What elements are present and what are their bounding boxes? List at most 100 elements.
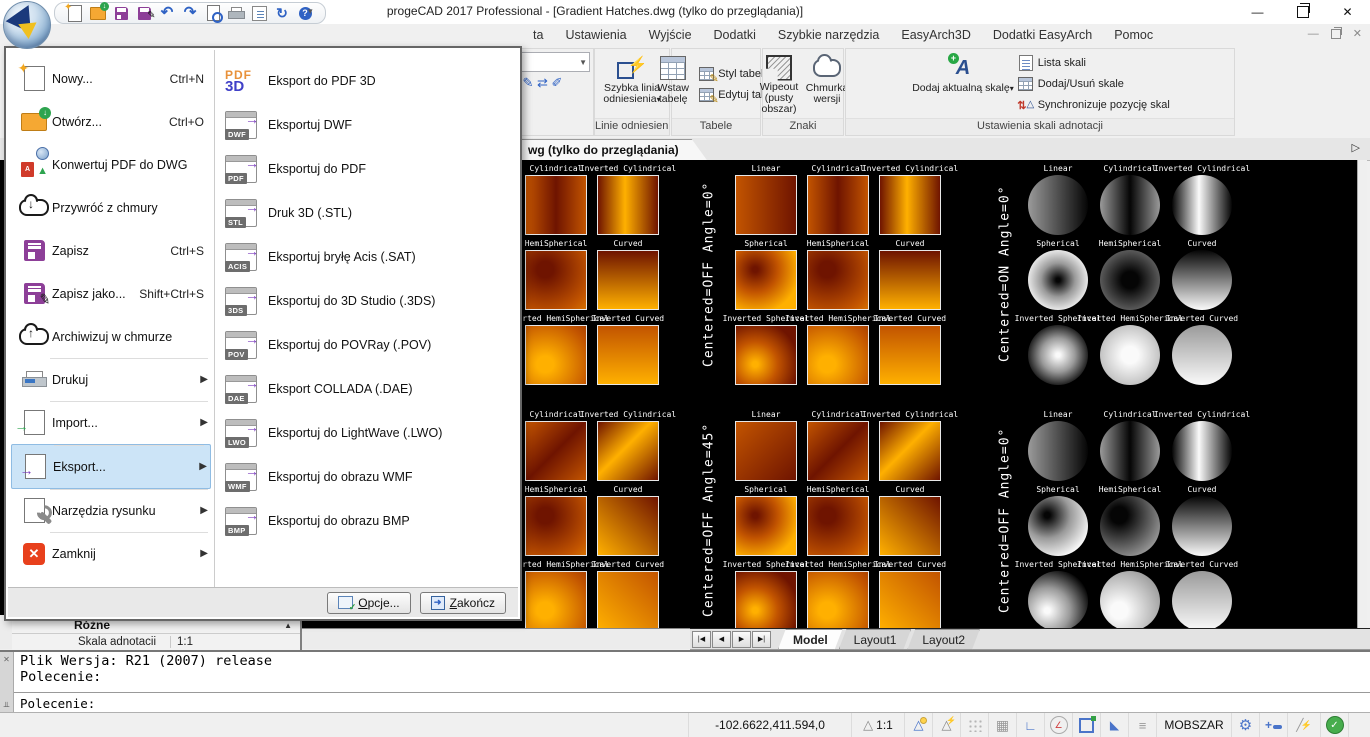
close-icon[interactable]: ✕ xyxy=(3,655,10,664)
menu-item-druk-3d-stl[interactable]: →STLDruk 3D (.STL) xyxy=(215,191,518,235)
status-ortho[interactable]: ∟ xyxy=(1017,713,1045,737)
menu-item-eksportuj-dwf[interactable]: →DWFEksportuj DWF xyxy=(215,103,518,147)
mdi-minimize-button[interactable]: — xyxy=(1308,28,1319,40)
menu-item-eksport[interactable]: →Eksport...▶ xyxy=(11,444,211,489)
menu-tab-ta[interactable]: ta xyxy=(522,28,554,42)
layout-tab-bar: |◀◀▶▶| ModelLayout1Layout2 xyxy=(690,628,1370,650)
gradient-swatch-inverted-cylindrical xyxy=(879,421,941,481)
status-otrack[interactable]: ◣ xyxy=(1101,713,1129,737)
status-quick-input[interactable]: + xyxy=(1260,713,1288,737)
undo-icon[interactable]: ↶ xyxy=(159,5,175,21)
close-button[interactable]: ✕ xyxy=(1325,0,1370,24)
menu-item-archiwizuj-w-chmurze[interactable]: ↑Archiwizuj w chmurze xyxy=(8,315,214,358)
menu-item-eksport-do-pdf-3d[interactable]: PDF3DEksport do PDF 3D xyxy=(215,59,518,103)
layout-tab-layout1[interactable]: Layout1 xyxy=(839,629,912,650)
menu-tab-easyarch3d[interactable]: EasyArch3D xyxy=(890,28,981,42)
canvas-scrollbar[interactable] xyxy=(1357,160,1367,628)
options-icon xyxy=(338,596,353,609)
app-logo[interactable] xyxy=(3,1,51,49)
menu-item-konwertuj-pdf-do-dwg[interactable]: A▲Konwertuj PDF do DWG xyxy=(8,143,214,186)
status-mode[interactable]: MOBSZAR xyxy=(1157,713,1232,737)
menu-tab-dodatki-easyarch[interactable]: Dodatki EasyArch xyxy=(982,28,1103,42)
status-annotation-scale[interactable]: △1:1 xyxy=(852,713,905,737)
new-icon[interactable]: ✦ xyxy=(67,5,83,21)
status-dynamic-input[interactable]: ╱⚡ xyxy=(1288,713,1321,737)
layout-tab-layout2[interactable]: Layout2 xyxy=(907,629,980,650)
menu-tab-dodatki[interactable]: Dodatki xyxy=(703,28,767,42)
status-status-ok[interactable]: ✓ xyxy=(1321,713,1349,737)
sync-icon[interactable]: ↻ xyxy=(274,5,290,21)
menu-item-nowy[interactable]: ✦Nowy...Ctrl+N xyxy=(8,57,214,100)
tab-nav-next-icon[interactable]: ▶ xyxy=(732,631,751,648)
ribbon-button-dodaj-usu-skale[interactable]: Dodaj/Usuń skale xyxy=(1018,75,1170,93)
gradient-label: Curved xyxy=(1188,239,1217,249)
menu-item-zamknij[interactable]: ✕Zamknij▶ xyxy=(8,532,214,575)
properties-row[interactable]: Skala adnotacii 1:1 xyxy=(12,634,300,650)
print-preview-icon[interactable] xyxy=(205,5,221,21)
status-polar[interactable]: ∠ xyxy=(1045,713,1073,737)
tab-nav-last-icon[interactable]: ▶| xyxy=(752,631,771,648)
gradient-swatch-linear xyxy=(735,421,797,481)
ribbon-button-wstaw-tabel[interactable]: Wstaw tabelę xyxy=(650,51,696,117)
menu-item-eksportuj-do-pdf[interactable]: →PDFEksportuj do PDF xyxy=(215,147,518,191)
status-lineweight[interactable]: ≡ xyxy=(1129,713,1157,737)
restore-button[interactable] xyxy=(1280,0,1325,24)
menu-item-eksport-collada-dae[interactable]: →DAEEksport COLLADA (.DAE) xyxy=(215,367,518,411)
print-icon[interactable] xyxy=(228,5,244,21)
status-osnap[interactable] xyxy=(1073,713,1101,737)
toolbar-overflow-icon[interactable]: ▾ xyxy=(308,6,313,17)
tab-nav-prev-icon[interactable]: ◀ xyxy=(712,631,731,648)
options-icon[interactable] xyxy=(251,5,267,21)
menu-item-label: Eksportuj do obrazu BMP xyxy=(268,514,410,528)
gradient-label: Linear xyxy=(1044,410,1073,420)
status-annotation-autoscale[interactable]: △⚡ xyxy=(933,713,961,737)
menu-item-eksportuj-do-obrazu-wmf[interactable]: →WMFEksportuj do obrazu WMF xyxy=(215,455,518,499)
menu-item-import[interactable]: →Import...▶ xyxy=(8,401,214,444)
menu-tab-ustawienia[interactable]: Ustawienia xyxy=(554,28,637,42)
menu-item-przywr-z-chmury[interactable]: ↓Przywróć z chmury xyxy=(8,186,214,229)
quit-button[interactable]: ➜ Zakończ xyxy=(420,592,506,614)
tab-scroll-right-icon[interactable]: ▷ xyxy=(1352,141,1360,154)
pin-icon[interactable]: ╨ xyxy=(4,702,10,711)
save-as-icon[interactable]: ✎ xyxy=(136,5,152,21)
ribbon-button-synchronizuje-pozycj-skal[interactable]: ⇅△Synchronizuje pozycję skal xyxy=(1018,96,1170,114)
ribbon-button-dodaj-aktualn-skal[interactable]: A+Dodaj aktualną skalę▾ xyxy=(910,51,1016,117)
menu-item-drukuj[interactable]: Drukuj▶ xyxy=(8,358,214,401)
redo-icon[interactable]: ↷ xyxy=(182,5,198,21)
ribbon-button-lista-skali[interactable]: Lista skali xyxy=(1018,54,1170,72)
collapse-icon[interactable]: ▲ xyxy=(284,621,292,630)
command-input[interactable]: Polecenie: xyxy=(14,693,1370,714)
menu-item-zapisz-jako[interactable]: ✎Zapisz jako...Shift+Ctrl+S xyxy=(8,272,214,315)
layout-tab-model[interactable]: Model xyxy=(778,629,843,650)
open-icon[interactable]: ↓ xyxy=(90,5,106,21)
menu-tab-wyj-cie[interactable]: Wyjście xyxy=(638,28,703,42)
status-annotation-visibility[interactable]: △ xyxy=(905,713,933,737)
gradient-swatch-inverted-hemispherical xyxy=(525,325,587,385)
mdi-close-button[interactable]: ✕ xyxy=(1353,27,1362,40)
menu-item-narz-dzia-rysunku[interactable]: Narzędzia rysunku▶ xyxy=(8,489,214,532)
status-snap[interactable] xyxy=(961,713,989,737)
file-menu: ✦Nowy...Ctrl+N↓Otwórz...Ctrl+OA▲Konwertu… xyxy=(4,46,522,621)
mdi-restore-button[interactable] xyxy=(1331,29,1341,39)
menu-item-eksportuj-do-lightwave-lwo[interactable]: →LWOEksportuj do LightWave (.LWO) xyxy=(215,411,518,455)
gradient-cell: Inverted Cylindrical xyxy=(1170,410,1234,481)
tab-nav-first-icon[interactable]: |◀ xyxy=(692,631,711,648)
options-button[interactable]: Opcje... xyxy=(327,592,410,614)
menu-tab-pomoc[interactable]: Pomoc xyxy=(1103,28,1164,42)
menu-item-otw-rz[interactable]: ↓Otwórz...Ctrl+O xyxy=(8,100,214,143)
menu-item-zapisz[interactable]: ZapiszCtrl+S xyxy=(8,229,214,272)
gradient-swatch-linear xyxy=(1028,421,1088,481)
title-bar: ✦↓✎↶↷↻? ▾ progeCAD 2017 Professional - [… xyxy=(0,0,1370,25)
menu-item-eksportuj-bry-acis-sat[interactable]: →ACISEksportuj bryłę Acis (.SAT) xyxy=(215,235,518,279)
menu-item-eksportuj-do-3d-studio-3ds[interactable]: →3DSEksportuj do 3D Studio (.3DS) xyxy=(215,279,518,323)
ribbon-button-chmurka-wersji[interactable]: Chmurka wersji xyxy=(804,51,850,117)
menu-item-eksportuj-do-obrazu-bmp[interactable]: →BMPEksportuj do obrazu BMP xyxy=(215,499,518,543)
menu-tab-szybkie-narz-dzia[interactable]: Szybkie narzędzia xyxy=(767,28,890,42)
status-settings[interactable]: ⚙ xyxy=(1232,713,1260,737)
minimize-button[interactable]: — xyxy=(1235,0,1280,24)
status-grid[interactable]: ▦ xyxy=(989,713,1017,737)
gradient-cell: Inverted Curved xyxy=(596,560,660,628)
save-icon[interactable] xyxy=(113,5,129,21)
ribbon-button-wipeout-pusty-obszar[interactable]: Wipeout (pusty obszar) xyxy=(756,51,802,117)
menu-item-eksportuj-do-povray-pov[interactable]: →POVEksportuj do POVRay (.POV) xyxy=(215,323,518,367)
